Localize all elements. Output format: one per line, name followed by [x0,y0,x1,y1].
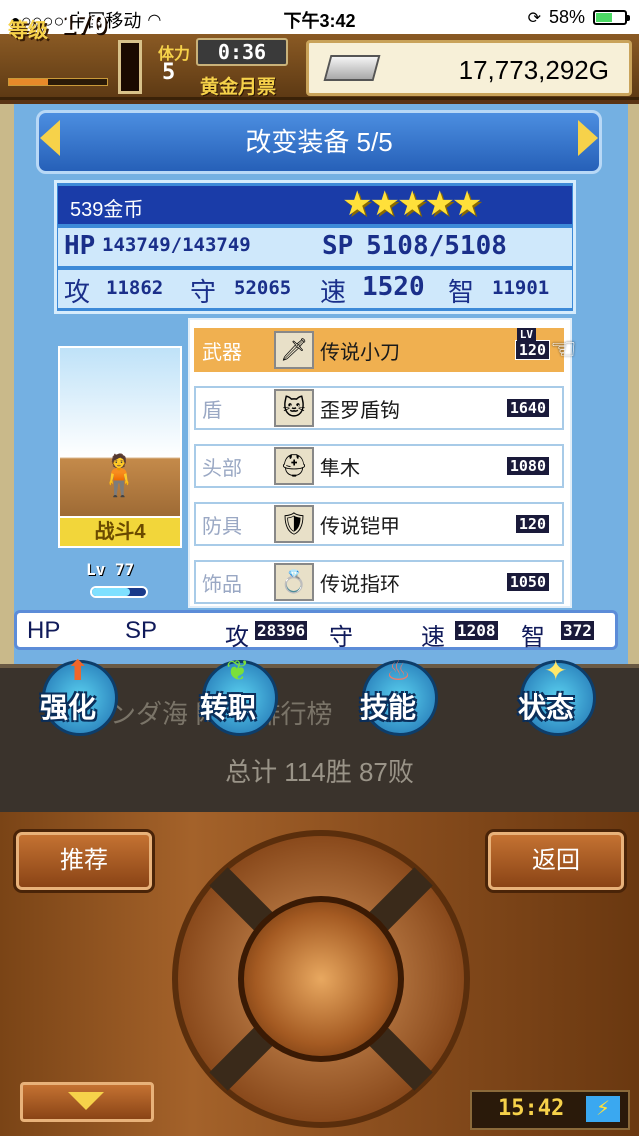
character-exp-bar [90,586,148,598]
int-value: 11901 [492,277,550,299]
game-clock-time: 15:42 [498,1096,565,1121]
ring-icon: 💍 [274,563,314,601]
summary-spd-label: 速 [421,624,445,651]
spd-label: 速 [320,277,347,307]
win-loss-total: 总计 114胜 87败 [225,757,414,787]
hp-label: HP [64,231,96,261]
equipment-name: 隼木 [320,457,360,480]
prev-arrow-icon[interactable] [40,120,60,156]
equipment-slot-label: 头部 [202,457,242,480]
background-strip-right [628,104,639,664]
helmet-icon: ⛑ [274,447,314,485]
coin-value: 539金币 [70,199,144,221]
action-button-label: 转职 [200,692,257,723]
int-label: 智 [448,277,475,307]
equipment-value: 120 [514,514,550,534]
pointer-hand-icon: ☜ [550,333,577,366]
sword-icon: 🗡 [274,331,314,369]
equipment-value: 1050 [505,572,550,592]
level-label: 等级 [8,20,48,42]
sp-label: SP [322,231,354,261]
ticket-count: 5 [162,60,176,85]
dpad-center-button[interactable] [238,896,404,1062]
def-label: 守 [190,277,217,307]
equipment-slot-label: 盾 [202,399,222,422]
equipment-value: 120 [514,340,550,360]
equipment-lv-tag: LV [516,328,536,341]
flame-icon: ♨ [386,655,412,686]
recommend-button[interactable]: 推荐 [16,832,152,890]
equipment-row[interactable]: 饰品 💍 传说指环 1050 [194,560,564,604]
next-arrow-icon[interactable] [578,120,598,156]
atk-value: 11862 [106,277,164,299]
gold-value: 17,773,292G [458,55,609,85]
equipment-slot-label: 武器 [202,341,242,364]
def-value: 52065 [234,277,292,299]
down-arrow-icon [68,1092,104,1110]
equipment-name: 传说指环 [320,573,400,596]
page-title: 改变装备 5/5 [36,110,602,174]
summary-atk-label: 攻 [225,624,249,651]
action-button-label: 技能 [360,692,417,723]
equipment-slot-label: 饰品 [202,573,242,596]
summary-atk-value: 28396 [255,621,308,640]
sp-value: 5108/5108 [366,231,507,261]
summary-hp-label: HP [27,617,61,644]
summary-spd-value: 1208 [455,621,498,640]
leaf-icon: ❦ [226,655,250,686]
atk-label: 攻 [64,277,91,307]
spd-value: 1520 [362,272,425,302]
stat-summary-bar: HP SP 攻 28396 守 速 1208 智 372 [14,610,618,651]
lightning-icon: ⚡ [586,1096,620,1122]
character-level: Lv 77 [86,560,135,579]
summary-int-value: 372 [561,621,594,640]
stamina-timer: 0:36 [196,38,288,66]
action-button-label: 状态 [518,692,575,723]
gold-display: 17,773,292G [306,40,632,96]
equipment-value: 1640 [505,398,550,418]
equipment-name: 歪罗盾钩 [320,399,400,422]
gold-ticket-label[interactable]: 黄金月票 [200,72,276,99]
character-sprite-icon: 🧍 [94,454,144,498]
equipment-name: 传说小刀 [320,341,400,364]
summary-sp-label: SP [125,617,158,644]
background-strip-left [0,104,14,664]
equipment-row[interactable]: 防具 🛡 传说铠甲 120 [194,502,564,546]
equipment-row[interactable]: 头部 ⛑ 隼木 1080 [194,444,564,488]
sparkle-icon: ✦ [544,655,568,686]
hp-value: 143749/143749 [102,234,251,256]
equipment-row[interactable]: 盾 🐱 歪罗盾钩 1640 [194,386,564,430]
equipment-name: 传说铠甲 [320,515,400,538]
rotation-lock-icon: ⟳ [527,9,541,27]
cat-shield-icon: 🐱 [274,389,314,427]
level-value: 170 [60,10,107,40]
silver-bar-icon [323,55,381,81]
summary-int-label: 智 [521,624,545,651]
stamina-gauge [118,40,142,94]
battery-percent: 58% [548,7,585,27]
equipment-slot-label: 防具 [202,515,242,538]
action-button-label: 强化 [40,692,97,723]
upgrade-arrow-icon: ⬆ [66,655,90,686]
back-button[interactable]: 返回 [488,832,624,890]
armor-icon: 🛡 [274,505,314,543]
rank-stars: ★★★★★ [342,185,482,223]
equipment-value: 1080 [505,456,550,476]
equipment-list: 武器 🗡 传说小刀 120 LV 盾 🐱 歪罗盾钩 1640 头部 ⛑ 隼木 1080 防具 🛡 传说铠甲 12… [188,318,572,608]
level-progress-bar [8,78,108,86]
battery-icon [593,10,630,25]
battle-badge: 战斗4 [58,516,182,548]
summary-def-label: 守 [329,624,353,651]
equipment-row[interactable]: 武器 🗡 传说小刀 120 LV [194,328,564,372]
